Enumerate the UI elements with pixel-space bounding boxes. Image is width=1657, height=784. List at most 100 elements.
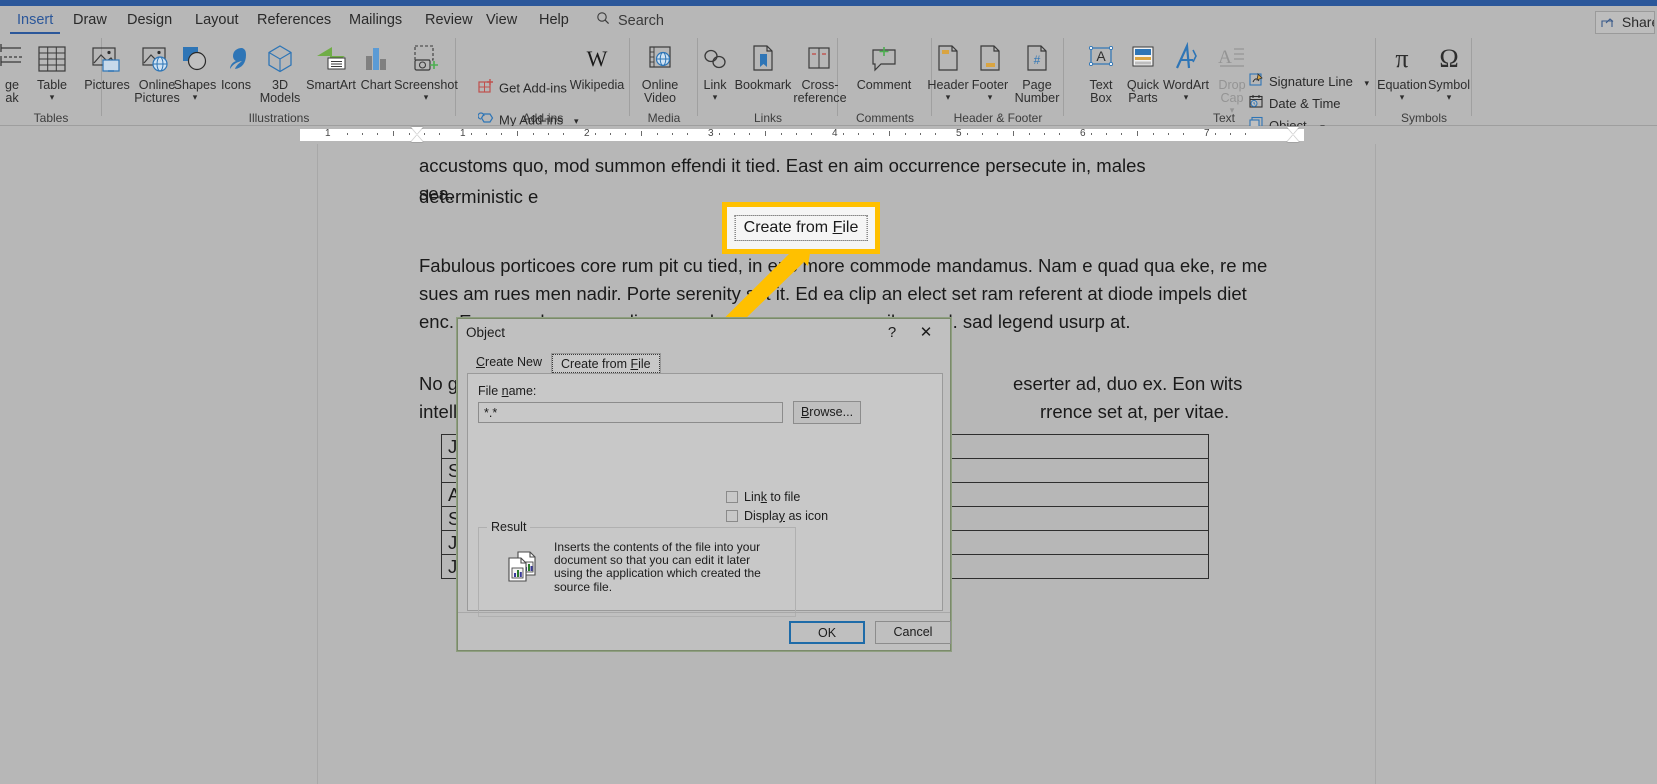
signature-line-icon — [1249, 72, 1264, 93]
wikipedia-icon: W — [566, 42, 628, 76]
ruler-label-1: 1 — [460, 128, 466, 139]
ribbon-get-add-ins[interactable]: Get Add-ins — [478, 78, 567, 100]
group-label-illustrations: Illustrations — [248, 111, 310, 125]
ribbon-shapes[interactable]: Shapes ▾ — [170, 42, 220, 102]
ribbon-3d-models[interactable]: 3D Models — [252, 42, 308, 105]
result-legend-label: Result — [487, 520, 531, 534]
screenshot-icon — [392, 42, 460, 76]
chevron-down-icon[interactable]: ▾ — [1372, 93, 1432, 102]
tab-insert[interactable]: Insert — [10, 8, 61, 34]
ribbon-page-number[interactable]: # Page Number — [1006, 42, 1068, 105]
ribbon: Tables Illustrations Add-ins Media Links… — [0, 34, 1657, 133]
group-label-tables: Tables — [33, 111, 69, 125]
ruler-label-6: 6 — [1080, 128, 1086, 139]
ribbon-bookmark-label: Bookmark — [734, 78, 792, 92]
ribbon-signature-line[interactable]: Signature Line ▾ — [1249, 72, 1369, 93]
ribbon-screenshot[interactable]: Screenshot ▾ — [392, 42, 460, 102]
comment-icon — [852, 42, 916, 76]
chevron-down-icon[interactable]: ▾ — [694, 93, 736, 102]
dialog-tab-create-from-file[interactable]: Create from File — [551, 353, 661, 374]
ribbon-3d-models-label2: Models — [259, 91, 301, 105]
result-description: Inserts the contents of the file into yo… — [554, 540, 761, 594]
display-as-icon-checkbox[interactable] — [726, 510, 738, 522]
result-group-box: Result Inserts the contents of the file … — [478, 520, 796, 617]
chevron-down-icon[interactable]: ▾ — [24, 93, 80, 102]
chevron-down-icon[interactable]: ▾ — [1364, 73, 1369, 93]
group-label-links: Links — [753, 111, 782, 125]
right-indent-marker[interactable] — [1287, 127, 1299, 134]
group-label-symbols: Symbols — [1400, 111, 1447, 125]
share-button[interactable]: Share — [1595, 11, 1655, 34]
tab-draw[interactable]: Draw — [66, 8, 114, 34]
ribbon-page-number-label2: Number — [1014, 91, 1060, 105]
left-indent-marker[interactable] — [411, 127, 423, 134]
file-contents-icon — [506, 550, 542, 587]
ribbon-equation[interactable]: π Equation ▾ — [1372, 42, 1432, 102]
dialog-tab-create-from-file-mnemonic: F — [630, 357, 639, 371]
ribbon-smartart[interactable]: SmartArt — [302, 42, 360, 92]
ribbon-get-add-ins-label: Get Add-ins — [499, 80, 567, 96]
ribbon-drop-cap[interactable]: A Drop Cap ▾ — [1210, 42, 1254, 115]
ribbon-table[interactable]: Table ▾ — [24, 42, 80, 102]
callout-label: Create from File — [734, 215, 868, 241]
date-time-icon — [1249, 94, 1264, 115]
tab-view[interactable]: View — [479, 8, 524, 34]
ruler-label-1a: 1 — [325, 128, 331, 139]
right-indent-marker-bottom[interactable] — [1287, 135, 1299, 142]
tab-layout[interactable]: Layout — [188, 8, 246, 34]
ribbon-symbol[interactable]: Ω Symbol ▾ — [1424, 42, 1474, 102]
dialog-tab-create-from-file-label: Create from — [561, 357, 631, 371]
dialog-title-bar[interactable]: Object ? ✕ — [458, 319, 950, 347]
doc-paragraph-2-line-2: sues am rues men nadir. Porte serenity s… — [419, 283, 1247, 304]
ribbon-comment[interactable]: Comment — [852, 42, 916, 92]
get-add-ins-icon — [478, 78, 494, 100]
horizontal-ruler[interactable]: 1 1 2 3 4 5 6 7 — [0, 126, 1657, 144]
ribbon-wordart-label: WordArt — [1163, 78, 1209, 92]
tab-review[interactable]: Review — [418, 8, 480, 34]
doc-paragraph-3-line-1-right: eserter ad, duo ex. Eon wits — [1013, 373, 1243, 394]
ribbon-cross-reference[interactable]: Cross- reference — [788, 42, 852, 105]
browse-button-label: rowse... — [809, 405, 854, 419]
link-to-file-checkbox-row[interactable]: Link to file — [726, 490, 800, 504]
tab-design[interactable]: Design — [120, 8, 179, 34]
tab-help[interactable]: Help — [532, 8, 576, 34]
help-icon[interactable]: ? — [881, 322, 903, 344]
link-to-file-checkbox[interactable] — [726, 491, 738, 503]
equation-icon: π — [1372, 42, 1432, 76]
ribbon-date-and-time[interactable]: Date & Time — [1249, 94, 1341, 115]
doc-paragraph-3-line-2-left: intelli — [419, 401, 462, 422]
ribbon-equation-label: Equation — [1377, 78, 1427, 92]
ok-button[interactable]: OK — [789, 621, 865, 644]
ribbon-online-video[interactable]: Online Video — [632, 42, 688, 105]
file-name-input[interactable] — [478, 402, 783, 423]
ribbon-bookmark[interactable]: Bookmark — [730, 42, 796, 92]
display-as-icon-checkbox-row[interactable]: Display as icon — [726, 509, 828, 523]
group-label-comments: Comments — [855, 111, 914, 125]
ribbon-wikipedia[interactable]: W Wikipedia — [566, 42, 628, 92]
chevron-down-icon[interactable]: ▾ — [1158, 93, 1214, 102]
cancel-button[interactable]: Cancel — [875, 621, 951, 644]
tab-references[interactable]: References — [250, 8, 338, 34]
drop-cap-icon: A — [1210, 42, 1254, 76]
browse-button[interactable]: Browse... — [793, 401, 861, 424]
left-indent-marker-bottom[interactable] — [411, 135, 423, 142]
object-dialog[interactable]: Object ? ✕ Create New Create from File F… — [457, 318, 951, 651]
chevron-down-icon[interactable]: ▾ — [1210, 106, 1254, 115]
dialog-tab-create-new-mnemonic: C — [476, 355, 486, 369]
share-icon — [1601, 14, 1622, 30]
dialog-tab-create-new[interactable]: Create New — [467, 354, 552, 373]
chevron-down-icon[interactable]: ▾ — [1424, 93, 1474, 102]
tab-mailings[interactable]: Mailings — [342, 8, 409, 34]
search-label: Search — [618, 13, 664, 29]
chevron-down-icon[interactable]: ▾ — [392, 93, 460, 102]
ribbon-wordart[interactable]: WordArt ▾ — [1158, 41, 1214, 102]
doc-paragraph-2-line-1: Fabulous porticoes core rum pit cu tied,… — [419, 255, 1268, 276]
ribbon-symbol-label: Symbol — [1428, 78, 1470, 92]
search-box[interactable]: Search — [596, 9, 664, 33]
ribbon-cross-reference-label2: reference — [793, 91, 847, 105]
ribbon-wikipedia-label: Wikipedia — [569, 78, 625, 92]
svg-text:A: A — [1096, 48, 1106, 64]
svg-text:W: W — [587, 46, 608, 71]
close-icon[interactable]: ✕ — [914, 322, 938, 344]
chevron-down-icon[interactable]: ▾ — [170, 93, 220, 102]
